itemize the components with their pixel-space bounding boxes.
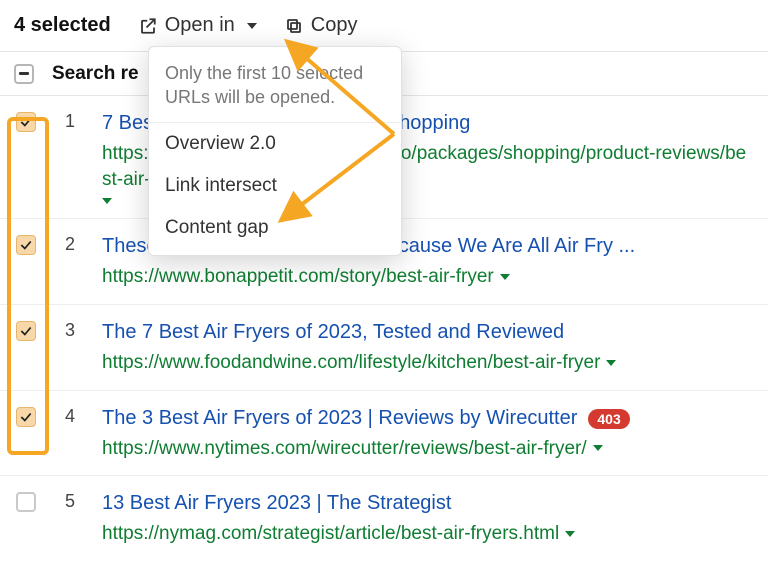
menu-item-link-intersect[interactable]: Link intersect (149, 165, 401, 207)
row-checkbox[interactable] (16, 235, 36, 255)
position-cell: 3 (56, 319, 84, 341)
open-in-label: Open in (165, 14, 235, 37)
menu-item-content-gap[interactable]: Content gap (149, 207, 401, 249)
result-url[interactable]: https://nymag.com/strategist/article/bes… (102, 521, 559, 547)
dropdown-hint: Only the first 10 selected URLs will be … (149, 47, 401, 123)
copy-icon (285, 17, 303, 35)
position-cell: 4 (56, 405, 84, 427)
chevron-down-icon[interactable] (102, 198, 112, 204)
chevron-down-icon[interactable] (500, 274, 510, 280)
column-header-search-results: Search re (52, 63, 139, 85)
minus-icon (19, 72, 29, 75)
result-url[interactable]: https://www.nytimes.com/wirecutter/revie… (102, 436, 587, 462)
chevron-down-icon (247, 23, 257, 29)
table-row: 4 The 3 Best Air Fryers of 2023 | Review… (0, 391, 768, 477)
status-badge: 403 (588, 409, 629, 429)
table-row: 5 13 Best Air Fryers 2023 | The Strategi… (0, 476, 768, 561)
table-row: 3 The 7 Best Air Fryers of 2023, Tested … (0, 305, 768, 391)
result-title[interactable]: 13 Best Air Fryers 2023 | The Strategist (102, 492, 451, 514)
result-url[interactable]: https://www.foodandwine.com/lifestyle/ki… (102, 350, 600, 376)
result-title[interactable]: The 7 Best Air Fryers of 2023, Tested an… (102, 321, 564, 343)
result-url[interactable]: https://www.bonappetit.com/story/best-ai… (102, 264, 494, 290)
copy-button[interactable]: Copy (285, 14, 358, 37)
chevron-down-icon[interactable] (593, 445, 603, 451)
position-cell: 1 (56, 110, 84, 132)
chevron-down-icon[interactable] (565, 531, 575, 537)
chevron-down-icon[interactable] (606, 360, 616, 366)
open-in-dropdown: Only the first 10 selected URLs will be … (148, 46, 402, 256)
result-title[interactable]: The 3 Best Air Fryers of 2023 | Reviews … (102, 407, 577, 429)
copy-label: Copy (311, 14, 358, 37)
select-all-checkbox[interactable] (14, 64, 34, 84)
selected-count: 4 selected (14, 14, 111, 37)
open-in-button[interactable]: Open in (139, 14, 257, 37)
open-external-icon (139, 17, 157, 35)
row-checkbox[interactable] (16, 492, 36, 512)
position-cell: 2 (56, 233, 84, 255)
toolbar: 4 selected Open in Copy (0, 0, 768, 52)
row-checkbox[interactable] (16, 112, 36, 132)
row-checkbox[interactable] (16, 407, 36, 427)
menu-item-overview[interactable]: Overview 2.0 (149, 123, 401, 165)
row-checkbox[interactable] (16, 321, 36, 341)
position-cell: 5 (56, 490, 84, 512)
